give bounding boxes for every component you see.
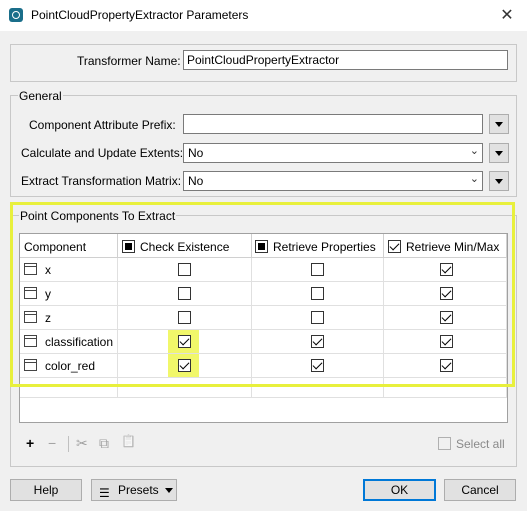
header-retrieve-minmax-checkbox[interactable] [388, 240, 401, 253]
retrieve-minmax-checkbox[interactable] [440, 263, 453, 276]
header-retrieve-properties[interactable]: Retrieve Properties [252, 234, 384, 258]
header-check-existence-checkbox[interactable] [122, 240, 135, 253]
retrieve-minmax-checkbox[interactable] [440, 287, 453, 300]
retrieve-minmax-checkbox[interactable] [440, 311, 453, 324]
chevron-down-icon: ⌄ [469, 173, 479, 185]
retrieve-properties-checkbox[interactable] [311, 335, 324, 348]
retrieve-minmax-checkbox[interactable] [440, 335, 453, 348]
retrieve-properties-checkbox[interactable] [311, 311, 324, 324]
component-name: classification [45, 335, 114, 349]
component-name: y [45, 287, 51, 301]
presets-button[interactable]: ☰ Presets [91, 479, 177, 501]
cut-icon[interactable]: ✂ [76, 435, 88, 452]
check-existence-checkbox[interactable] [178, 263, 191, 276]
matrix-value: No [188, 174, 204, 188]
extents-label: Calculate and Update Extents: [21, 146, 184, 160]
presets-icon: ☰ [99, 486, 110, 500]
table-icon [24, 359, 37, 371]
app-icon [9, 8, 23, 22]
help-button[interactable]: Help [10, 479, 82, 501]
select-all-label: Select all [456, 437, 505, 451]
select-all-checkbox[interactable] [438, 437, 451, 450]
cancel-button[interactable]: Cancel [444, 479, 516, 501]
ok-button[interactable]: OK [363, 479, 436, 501]
table-icon [24, 335, 37, 347]
header-check-existence[interactable]: Check Existence [118, 234, 252, 258]
prefix-menu-button[interactable] [489, 114, 509, 134]
copy-icon[interactable]: ⧉ [99, 435, 109, 452]
title-bar: PointCloudPropertyExtractor Parameters ✕ [0, 0, 527, 31]
transformer-name-label: Transformer Name: [77, 54, 181, 68]
matrix-select[interactable]: No ⌄ [183, 171, 483, 191]
window-title: PointCloudPropertyExtractor Parameters [31, 8, 249, 22]
components-table: Component Check Existence Retrieve Prope… [19, 233, 508, 423]
check-existence-checkbox[interactable] [178, 311, 191, 324]
prefix-label: Component Attribute Prefix: [29, 118, 176, 132]
header-retrieve-properties-checkbox[interactable] [255, 240, 268, 253]
chevron-down-icon: ⌄ [469, 145, 479, 157]
check-existence-checkbox[interactable] [178, 359, 191, 372]
table-icon [24, 263, 37, 275]
component-name: z [45, 311, 51, 325]
general-legend: General [18, 89, 63, 103]
components-legend: Point Components To Extract [19, 209, 177, 223]
caret-down-icon [165, 488, 173, 493]
retrieve-properties-checkbox[interactable] [311, 359, 324, 372]
component-name: x [45, 263, 51, 277]
extents-value: No [188, 146, 204, 160]
matrix-menu-button[interactable] [489, 171, 509, 191]
retrieve-properties-checkbox[interactable] [311, 263, 324, 276]
component-name: color_red [45, 359, 96, 373]
table-icon [24, 287, 37, 299]
retrieve-properties-checkbox[interactable] [311, 287, 324, 300]
transformer-name-input[interactable]: PointCloudPropertyExtractor [183, 50, 508, 70]
extents-select[interactable]: No ⌄ [183, 143, 483, 163]
add-icon[interactable]: + [26, 435, 34, 451]
remove-icon[interactable]: − [48, 435, 56, 451]
toolbar-divider [68, 436, 69, 452]
paste-icon[interactable]: 📋 [121, 434, 136, 448]
check-existence-checkbox[interactable] [178, 335, 191, 348]
table-icon [24, 311, 37, 323]
header-retrieve-minmax[interactable]: Retrieve Min/Max [384, 234, 507, 258]
prefix-input[interactable] [183, 114, 483, 134]
check-existence-checkbox[interactable] [178, 287, 191, 300]
extents-menu-button[interactable] [489, 143, 509, 163]
close-icon[interactable]: ✕ [487, 0, 527, 31]
presets-label: Presets [118, 483, 159, 497]
retrieve-minmax-checkbox[interactable] [440, 359, 453, 372]
header-component[interactable]: Component [20, 234, 118, 258]
matrix-label: Extract Transformation Matrix: [21, 174, 182, 188]
